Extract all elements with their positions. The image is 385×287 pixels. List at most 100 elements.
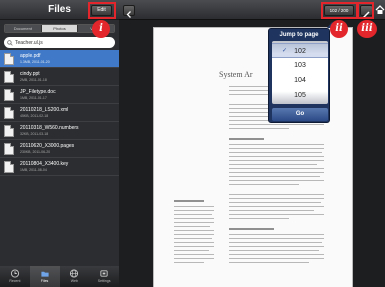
document-heading: System Ar bbox=[219, 70, 253, 79]
text-line bbox=[174, 222, 214, 224]
popover-title: Jump to page bbox=[279, 32, 319, 38]
file-browser-panel: Files Edit Document Photos Videos Teache… bbox=[0, 0, 119, 287]
file-name: 20110218_LS200.xml bbox=[20, 107, 69, 113]
document-icon bbox=[4, 71, 14, 83]
file-row[interactable]: 20110318_W560.numbers 32KB, 2011-03-18 bbox=[0, 122, 119, 140]
page-option-label: 104 bbox=[294, 77, 306, 84]
file-name: JP_Filetype.doc bbox=[20, 89, 56, 95]
page-option[interactable]: 104 bbox=[272, 73, 328, 88]
file-row[interactable]: apple.pdf 1.3MB, 2011-01-20 bbox=[0, 50, 119, 68]
callout-marker-iii: iii bbox=[357, 20, 377, 38]
file-row[interactable]: JP_Filetype.doc 1MB, 2011-01-17 bbox=[0, 86, 119, 104]
callout-marker-i: i bbox=[92, 20, 110, 38]
segment-photos[interactable]: Photos bbox=[41, 25, 79, 32]
callout-marker-ii: ii bbox=[330, 20, 348, 38]
tab-label: Recent bbox=[9, 279, 21, 283]
text-line bbox=[174, 238, 212, 240]
text-line bbox=[229, 180, 324, 182]
back-button[interactable] bbox=[123, 5, 135, 18]
text-line bbox=[174, 226, 210, 228]
menu-icon[interactable] bbox=[375, 4, 385, 16]
jump-to-page-popover: Jump to page ✓ 102 103 104 105 Go bbox=[268, 28, 330, 123]
section-heading-line bbox=[174, 200, 204, 202]
text-line bbox=[229, 202, 321, 204]
text-line bbox=[174, 262, 204, 264]
file-row[interactable]: 20110804_X3400.key 1MB, 2011-08-04 bbox=[0, 158, 119, 176]
tab-label: Settings bbox=[97, 279, 111, 283]
text-line bbox=[174, 230, 214, 232]
tab-web[interactable]: Web bbox=[60, 266, 90, 287]
file-name: 20110318_W560.numbers bbox=[20, 125, 79, 131]
text-line bbox=[174, 250, 209, 252]
tab-recent[interactable]: Recent bbox=[0, 266, 30, 287]
text-line bbox=[174, 234, 214, 236]
text-line bbox=[229, 210, 314, 212]
page-option-label: 103 bbox=[294, 62, 306, 69]
text-line bbox=[229, 168, 324, 170]
text-line bbox=[174, 218, 214, 220]
text-line bbox=[229, 144, 324, 146]
text-line bbox=[229, 262, 309, 264]
document-icon bbox=[4, 89, 14, 101]
file-meta: 230KB, 2011-06-20 bbox=[20, 150, 51, 154]
document-icon bbox=[4, 107, 14, 119]
text-line bbox=[229, 242, 322, 244]
text-line bbox=[174, 246, 214, 248]
page-option[interactable]: 103 bbox=[272, 58, 328, 73]
document-icon bbox=[4, 161, 14, 173]
text-line bbox=[229, 238, 324, 240]
document-viewer: 102 / 200 System Ar bbox=[119, 0, 385, 287]
text-line bbox=[229, 156, 324, 158]
file-meta: 32KB, 2011-03-18 bbox=[20, 132, 49, 136]
file-name: 20110620_X3000.pages bbox=[20, 143, 75, 149]
text-line bbox=[174, 214, 212, 216]
tab-label: Files bbox=[40, 279, 49, 283]
page-picker[interactable]: ✓ 102 103 104 105 bbox=[272, 41, 328, 104]
text-line bbox=[229, 172, 324, 174]
settings-icon bbox=[100, 270, 108, 277]
text-line bbox=[229, 184, 299, 186]
tab-label: Web bbox=[70, 279, 78, 283]
checkmark-icon: ✓ bbox=[282, 48, 288, 54]
text-line bbox=[229, 152, 322, 154]
text-line bbox=[229, 218, 289, 220]
globe-icon bbox=[70, 269, 79, 278]
section-heading-line bbox=[229, 138, 264, 140]
text-line bbox=[174, 254, 214, 256]
text-line bbox=[229, 214, 324, 216]
tab-files[interactable]: Files bbox=[29, 266, 60, 287]
text-line bbox=[229, 250, 319, 252]
page-option-label: 102 bbox=[294, 48, 306, 55]
bottom-tab-bar: Recent Files Web Settings bbox=[0, 266, 119, 287]
search-input[interactable]: Teacher.ul.js bbox=[4, 37, 115, 48]
text-line bbox=[229, 246, 324, 248]
folder-icon bbox=[41, 271, 49, 277]
section-heading-line bbox=[229, 228, 274, 230]
file-name: cindy.ppt bbox=[20, 71, 40, 77]
file-row[interactable]: 20110218_LS200.xml 45KB, 2011-02-18 bbox=[0, 104, 119, 122]
file-meta: 2MB, 2011-01-18 bbox=[20, 78, 47, 82]
file-list: apple.pdf 1.3MB, 2011-01-20 cindy.ppt 2M… bbox=[0, 50, 119, 176]
file-row[interactable]: 20110620_X3000.pages 230KB, 2011-06-20 bbox=[0, 140, 119, 158]
text-line bbox=[229, 124, 324, 126]
page-option[interactable]: ✓ 102 bbox=[272, 43, 328, 58]
chevron-left-icon bbox=[126, 11, 131, 18]
text-line bbox=[174, 258, 214, 260]
text-line bbox=[229, 198, 324, 200]
callout-box-page bbox=[321, 2, 358, 19]
file-meta: 1MB, 2011-08-04 bbox=[20, 168, 47, 172]
callout-box-edit bbox=[88, 2, 116, 19]
segment-documents[interactable]: Document bbox=[5, 25, 42, 32]
text-line bbox=[229, 164, 317, 166]
page-option[interactable]: 105 bbox=[272, 88, 328, 103]
file-meta: 1.3MB, 2011-01-20 bbox=[20, 60, 50, 64]
file-name: 20110804_X3400.key bbox=[20, 161, 69, 167]
text-line bbox=[174, 210, 214, 212]
file-row[interactable]: cindy.ppt 2MB, 2011-01-18 bbox=[0, 68, 119, 86]
file-name: apple.pdf bbox=[20, 53, 41, 59]
tab-settings[interactable]: Settings bbox=[89, 266, 119, 287]
go-button[interactable]: Go bbox=[272, 108, 328, 121]
file-meta: 1MB, 2011-01-17 bbox=[20, 96, 47, 100]
search-value: Teacher.ul.js bbox=[15, 39, 43, 46]
document-icon bbox=[4, 125, 14, 137]
